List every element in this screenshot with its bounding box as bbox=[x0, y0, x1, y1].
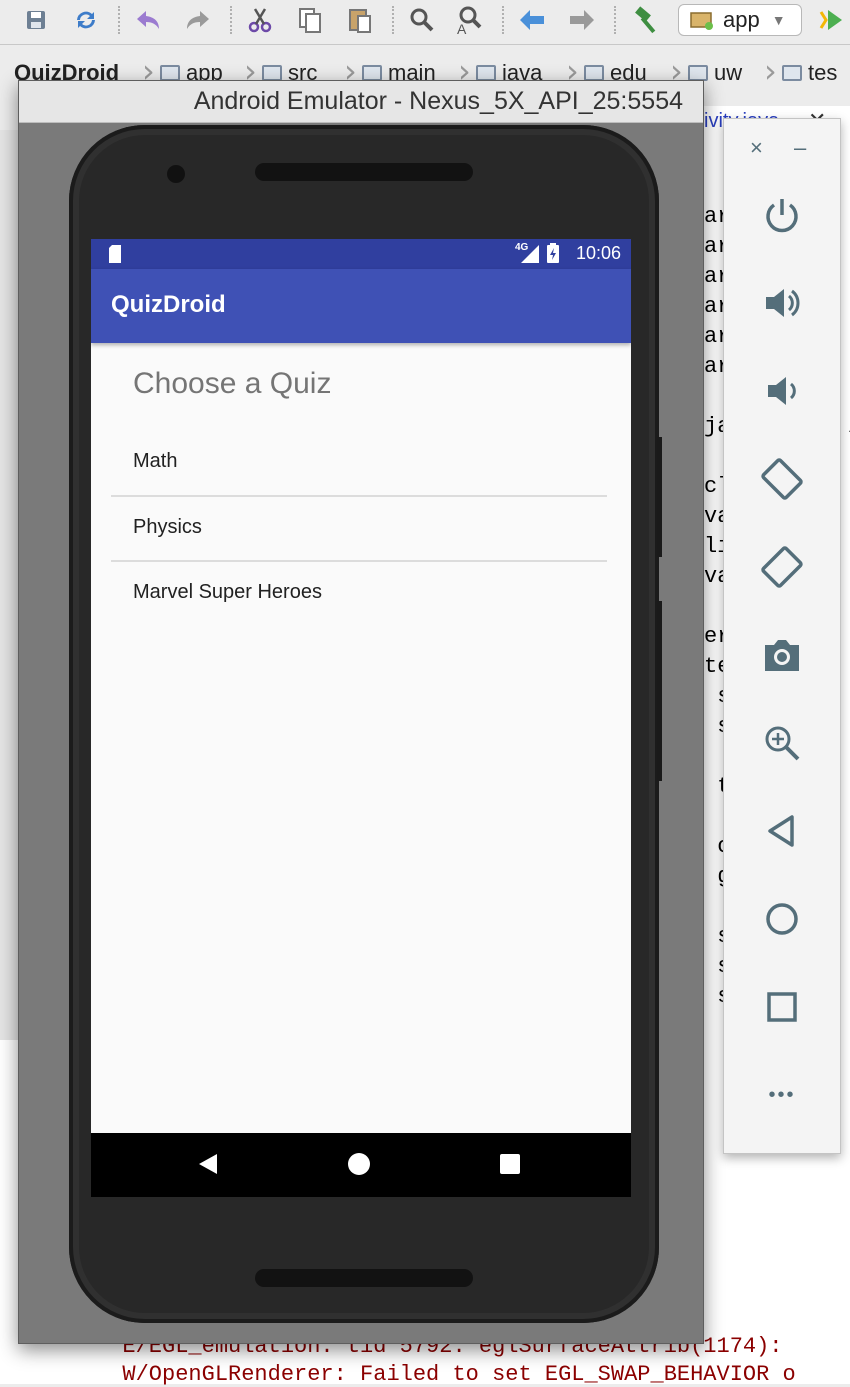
save-icon[interactable] bbox=[20, 4, 52, 36]
breadcrumb-label: tes bbox=[808, 60, 838, 85]
power-icon[interactable] bbox=[752, 185, 812, 245]
back-icon[interactable] bbox=[752, 801, 812, 861]
breadcrumb-label: uw bbox=[714, 60, 743, 85]
nav-overview-icon[interactable] bbox=[500, 1154, 520, 1174]
nav-home-icon[interactable] bbox=[348, 1153, 370, 1175]
page-title: Choose a Quiz bbox=[133, 367, 332, 400]
back-nav-icon[interactable] bbox=[516, 4, 548, 36]
cut-icon[interactable] bbox=[244, 4, 276, 36]
navigation-bar bbox=[91, 1133, 631, 1197]
emulator-window: Android Emulator - Nexus_5X_API_25:5554 … bbox=[18, 80, 704, 1344]
device-screen[interactable]: 4G 10:06 QuizDroid Choose a Quiz Math Ph… bbox=[91, 239, 631, 1197]
camera-icon[interactable] bbox=[752, 625, 812, 685]
rotate-right-icon[interactable] bbox=[752, 537, 812, 597]
folder-icon bbox=[160, 65, 180, 81]
folder-icon bbox=[688, 65, 708, 81]
quiz-item-math[interactable]: Math bbox=[111, 429, 607, 493]
signal-icon bbox=[521, 245, 539, 263]
minimize-icon[interactable]: – bbox=[794, 135, 806, 161]
zoom-icon[interactable] bbox=[752, 713, 812, 773]
rotate-left-icon[interactable] bbox=[752, 449, 812, 509]
bottom-speaker bbox=[255, 1269, 473, 1287]
replace-icon[interactable]: A bbox=[454, 4, 486, 36]
quiz-item-physics[interactable]: Physics bbox=[111, 495, 607, 559]
build-hammer-icon[interactable] bbox=[630, 4, 662, 36]
chevron-down-icon: ▼ bbox=[771, 12, 786, 28]
android-app-icon bbox=[690, 12, 713, 30]
breadcrumb-item[interactable]: tes bbox=[782, 60, 837, 86]
breadcrumb-separator: › bbox=[764, 52, 777, 86]
folder-icon bbox=[362, 65, 382, 81]
quiz-item-label: Physics bbox=[133, 515, 202, 538]
front-camera bbox=[167, 165, 185, 183]
volume-keys bbox=[657, 601, 662, 781]
find-icon[interactable] bbox=[406, 4, 438, 36]
power-key bbox=[657, 437, 662, 557]
redo-icon[interactable] bbox=[182, 4, 214, 36]
app-bar: QuizDroid bbox=[91, 269, 631, 343]
folder-icon bbox=[262, 65, 282, 81]
emulator-controls-panel: × – ••• bbox=[723, 118, 841, 1154]
emulator-title: Android Emulator - Nexus_5X_API_25:5554 bbox=[193, 87, 683, 115]
undo-icon[interactable] bbox=[132, 4, 164, 36]
paste-icon[interactable] bbox=[344, 4, 376, 36]
run-icon[interactable] bbox=[816, 4, 848, 36]
quiz-item-label: Math bbox=[133, 449, 178, 472]
folder-icon bbox=[476, 65, 496, 81]
volume-up-icon[interactable] bbox=[752, 273, 812, 333]
sd-card-icon bbox=[109, 245, 121, 263]
sync-icon[interactable] bbox=[70, 4, 102, 36]
app-title: QuizDroid bbox=[111, 291, 226, 318]
tool-window-strip bbox=[0, 130, 20, 1050]
run-config-dropdown[interactable]: app ▼ bbox=[678, 4, 802, 36]
forward-nav-icon[interactable] bbox=[566, 4, 598, 36]
overview-icon[interactable] bbox=[752, 977, 812, 1037]
folder-icon bbox=[584, 65, 604, 81]
close-icon[interactable]: × bbox=[750, 135, 763, 161]
earpiece-speaker bbox=[255, 163, 473, 181]
quiz-item-label: Marvel Super Heroes bbox=[133, 580, 322, 603]
phone-frame: 4G 10:06 QuizDroid Choose a Quiz Math Ph… bbox=[69, 125, 662, 1323]
ide-toolbar: A app ▼ bbox=[0, 0, 850, 45]
copy-icon[interactable] bbox=[294, 4, 326, 36]
more-icon[interactable]: ••• bbox=[752, 1065, 812, 1125]
status-bar: 4G 10:06 bbox=[91, 239, 631, 269]
volume-down-icon[interactable] bbox=[752, 361, 812, 421]
battery-icon bbox=[547, 243, 559, 263]
status-time: 10:06 bbox=[575, 243, 621, 263]
home-icon[interactable] bbox=[752, 889, 812, 949]
quiz-item-marvel[interactable]: Marvel Super Heroes bbox=[111, 560, 607, 624]
svg-text:A: A bbox=[457, 21, 467, 35]
nav-back-icon[interactable] bbox=[197, 1153, 219, 1175]
run-config-label: app bbox=[723, 7, 760, 32]
emulator-title-bar[interactable]: Android Emulator - Nexus_5X_API_25:5554 bbox=[19, 81, 703, 123]
log-line: W/OpenGLRenderer: Failed to set EGL_SWAP… bbox=[96, 1362, 796, 1387]
folder-icon bbox=[782, 65, 802, 81]
